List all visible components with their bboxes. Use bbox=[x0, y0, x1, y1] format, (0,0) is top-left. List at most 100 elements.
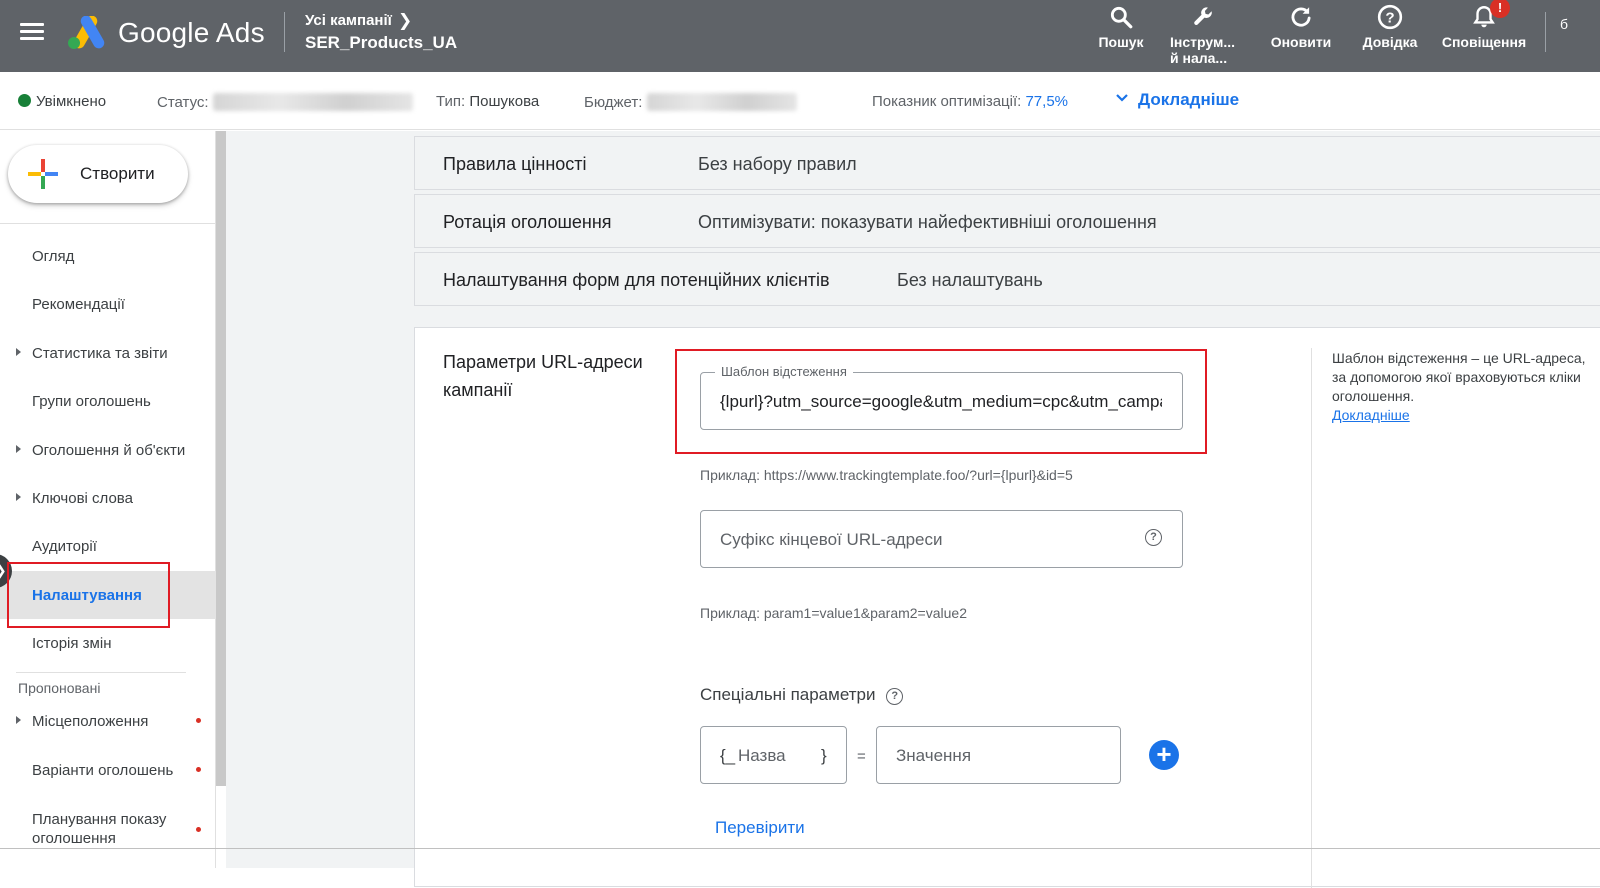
divider bbox=[1545, 12, 1546, 52]
help-circle-icon: ? bbox=[1377, 4, 1403, 30]
sidebar-item-recommendations[interactable]: Рекомендації bbox=[0, 280, 216, 328]
sidebar-item-label: Статистика та звіти bbox=[32, 345, 168, 362]
new-indicator-dot bbox=[196, 718, 201, 723]
setting-key: Ротація оголошення bbox=[443, 212, 612, 232]
equals-sign: = bbox=[857, 748, 866, 765]
divider bbox=[1311, 348, 1312, 888]
sidebar-item-locations[interactable]: Місцеположення bbox=[0, 697, 216, 745]
search-label: Пошук bbox=[1098, 34, 1144, 50]
test-link[interactable]: Перевірити bbox=[715, 818, 805, 838]
top-app-bar: Google Ads Усі кампанії ❯ SER_Products_U… bbox=[0, 0, 1600, 72]
refresh-button[interactable]: Оновити bbox=[1268, 4, 1334, 50]
settings-row-value-rules[interactable]: Правила цінності Без набору правил bbox=[414, 136, 1600, 190]
help-label: Довідка bbox=[1362, 34, 1418, 50]
expand-arrow-icon bbox=[16, 716, 21, 724]
custom-params-label: Спеціальні параметри bbox=[700, 685, 876, 704]
chevron-down-icon bbox=[1116, 94, 1128, 102]
search-button[interactable]: Пошук bbox=[1096, 4, 1146, 50]
sidebar-item-label: Ключові слова bbox=[32, 490, 133, 507]
notification-badge: ! bbox=[1490, 0, 1510, 18]
new-indicator-dot bbox=[196, 827, 201, 832]
sidebar-item-label: Рекомендації bbox=[32, 296, 125, 313]
type-value: Пошукова bbox=[469, 93, 540, 110]
sidebar-item-label: Варіанти оголошень bbox=[32, 762, 174, 779]
url-params-title-line2: кампанії bbox=[443, 380, 513, 400]
divider bbox=[0, 848, 1600, 849]
help-text: Шаблон відстеження – це URL-адреса, за д… bbox=[1332, 350, 1586, 404]
divider bbox=[284, 12, 285, 52]
final-url-suffix-field[interactable]: Суфікс кінцевої URL-адреси ? bbox=[700, 510, 1183, 568]
divider bbox=[16, 672, 186, 673]
sidebar-item-label: Групи оголошень bbox=[32, 393, 151, 410]
settings-row-ad-rotation[interactable]: Ротація оголошення Оптимізувати: показув… bbox=[414, 194, 1600, 248]
breadcrumb-all-campaigns[interactable]: Усі кампанії bbox=[305, 12, 392, 29]
setting-key: Налаштування форм для потенційних клієнт… bbox=[443, 270, 830, 290]
enabled-label: Увімкнено bbox=[36, 93, 107, 110]
more-details-link: Докладніше bbox=[1138, 90, 1240, 109]
final-url-suffix-placeholder: Суфікс кінцевої URL-адреси bbox=[720, 530, 943, 549]
help-learn-more-link[interactable]: Докладніше bbox=[1332, 407, 1410, 423]
settings-row-lead-forms[interactable]: Налаштування форм для потенційних клієнт… bbox=[414, 252, 1600, 306]
expand-arrow-icon bbox=[16, 493, 21, 501]
sidebar-item-label: Місцеположення bbox=[32, 713, 149, 730]
sidebar-scrollbar[interactable] bbox=[216, 131, 226, 786]
notifications-button[interactable]: ! Сповіщення bbox=[1438, 0, 1530, 50]
setting-value: Без набору правил bbox=[698, 154, 857, 174]
google-ads-logo-icon bbox=[68, 16, 105, 49]
setting-value: Оптимізувати: показувати найефективніші … bbox=[698, 212, 1157, 232]
param-name-placeholder: Назва bbox=[738, 746, 786, 765]
add-parameter-button[interactable]: + bbox=[1149, 740, 1179, 770]
create-button[interactable]: Створити bbox=[8, 145, 188, 203]
sidebar-item-ads-assets[interactable]: Оголошення й об'єкти bbox=[0, 426, 216, 474]
param-suffix: } bbox=[821, 746, 827, 765]
custom-param-value-field[interactable]: Значення bbox=[876, 726, 1121, 784]
highlight-box-tracking-template bbox=[675, 349, 1207, 454]
sidebar-item-label: Огляд bbox=[32, 248, 75, 265]
divider bbox=[0, 223, 216, 224]
blurred-budget-value bbox=[646, 93, 797, 111]
wrench-icon bbox=[1194, 7, 1212, 25]
suffix-example: Приклад: param1=value1&param2=value2 bbox=[700, 605, 967, 621]
sidebar-item-label: Оголошення й об'єкти bbox=[32, 442, 186, 459]
tracking-example: Приклад: https://www.trackingtemplate.fo… bbox=[700, 467, 1073, 483]
menu-icon[interactable] bbox=[20, 23, 44, 43]
sidebar-item-keywords[interactable]: Ключові слова bbox=[0, 474, 216, 522]
plus-icon: + bbox=[1156, 739, 1172, 769]
help-button[interactable]: ? Довідка bbox=[1358, 4, 1422, 50]
sidebar-item-ad-schedule[interactable]: Планування показу оголошення bbox=[0, 803, 216, 853]
expand-arrow-icon bbox=[16, 445, 21, 453]
campaign-name[interactable]: SER_Products_UA bbox=[305, 33, 457, 53]
sidebar-item-label: Планування показу bbox=[32, 811, 167, 828]
account-edge-text[interactable]: б bbox=[1560, 16, 1568, 32]
type-field: Тип: Пошукова bbox=[436, 93, 539, 110]
optimization-score[interactable]: Показник оптимізації: 77,5% bbox=[872, 93, 1068, 110]
budget-label: Бюджет: bbox=[584, 94, 643, 111]
chevron-right-icon: ❯ bbox=[0, 562, 7, 579]
notifications-label: Сповіщення bbox=[1441, 34, 1527, 50]
tools-label-line1: Інструм... bbox=[1170, 34, 1235, 50]
help-circle-icon[interactable]: ? bbox=[886, 688, 904, 705]
main-content: Правила цінності Без набору правил Ротац… bbox=[226, 131, 1600, 888]
refresh-icon bbox=[1291, 7, 1311, 27]
url-params-title: Параметри URL-адреси кампанії bbox=[443, 348, 683, 404]
optimization-label: Показник оптимізації: bbox=[872, 93, 1022, 110]
help-circle-icon[interactable]: ? bbox=[1145, 529, 1162, 546]
more-details-toggle[interactable]: Докладніше bbox=[1114, 90, 1239, 110]
sidebar-item-ad-variations[interactable]: Варіанти оголошень bbox=[0, 746, 216, 794]
tools-label-line2: й нала... bbox=[1170, 50, 1228, 66]
svg-text:?: ? bbox=[1385, 9, 1394, 26]
create-label: Створити bbox=[80, 164, 155, 183]
setting-value: Без налаштувань bbox=[897, 270, 1043, 290]
sidebar-item-label-line2: оголошення bbox=[32, 830, 116, 847]
param-prefix: {_ bbox=[720, 746, 736, 765]
tracking-help-panel: Шаблон відстеження – це URL-адреса, за д… bbox=[1332, 349, 1592, 425]
campaign-status-bar: Увімкнено Статус: Тип: Пошукова Бюджет: … bbox=[0, 72, 1600, 130]
expand-arrow-icon bbox=[16, 348, 21, 356]
status-dot-icon bbox=[18, 94, 31, 107]
enabled-status[interactable]: Увімкнено bbox=[18, 93, 106, 110]
custom-param-name-field[interactable]: {_ Назва } bbox=[700, 726, 847, 784]
sidebar-item-ad-groups[interactable]: Групи оголошень bbox=[0, 377, 216, 425]
sidebar-item-overview[interactable]: Огляд bbox=[0, 232, 216, 280]
sidebar-item-statistics[interactable]: Статистика та звіти bbox=[0, 329, 216, 377]
tools-button[interactable]: Інструм... й нала... bbox=[1170, 4, 1246, 66]
